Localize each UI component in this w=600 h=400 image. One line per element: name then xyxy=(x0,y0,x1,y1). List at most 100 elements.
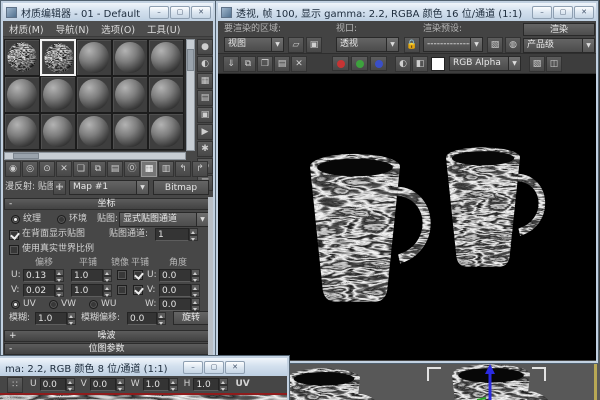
clone-window-icon[interactable]: ❐ xyxy=(257,56,273,72)
material-id-channel-icon[interactable]: ⓪ xyxy=(124,161,140,177)
video-color-check-icon[interactable]: ▣ xyxy=(197,107,213,123)
blur-offset-spinner[interactable] xyxy=(157,312,166,325)
coordinates-rollout-header[interactable]: - 坐标 xyxy=(4,198,209,210)
put-material-to-scene-icon[interactable]: ◎ xyxy=(22,161,38,177)
noise-rollout-header[interactable]: + 噪波 xyxy=(4,330,209,342)
material-sample-slot[interactable] xyxy=(76,113,112,150)
material-sample-slot[interactable] xyxy=(40,39,76,76)
channel-display-select[interactable]: RGB Alpha▼ xyxy=(449,56,521,71)
w-angle-spinner[interactable] xyxy=(191,298,200,311)
copy-image-icon[interactable]: ⧉ xyxy=(240,56,256,72)
w-angle-field[interactable]: 0.0 xyxy=(159,298,191,311)
render-window-titlebar[interactable]: 透视, 帧 100, 显示 gamma: 2.2, RGBA 颜色 16 位/通… xyxy=(218,3,596,21)
minimize-button[interactable]: – xyxy=(532,6,552,19)
render-button[interactable]: 渲染 xyxy=(523,23,595,36)
save-image-icon[interactable]: ⇓ xyxy=(223,56,239,72)
material-sample-slot[interactable] xyxy=(112,76,148,113)
assign-material-to-selection-icon[interactable]: ⊙ xyxy=(39,161,55,177)
show-map-on-back-checkbox[interactable] xyxy=(9,230,19,240)
get-material-icon[interactable]: ◉ xyxy=(5,161,21,177)
rollout-scrollbar[interactable] xyxy=(208,197,213,356)
auto-region-icon[interactable]: ▣ xyxy=(306,37,322,53)
show-end-result-icon[interactable]: ▥ xyxy=(158,161,174,177)
show-map-in-viewport-icon[interactable]: ▦ xyxy=(141,161,157,177)
v-field[interactable]: 0.0 xyxy=(90,378,116,391)
blur-spinner[interactable] xyxy=(67,312,76,325)
mapping-select[interactable]: 显式贴图通道▼ xyxy=(119,212,209,227)
minimize-button[interactable]: – xyxy=(149,6,169,19)
green-channel-button[interactable] xyxy=(351,56,368,71)
backlight-icon[interactable]: ◐ xyxy=(197,56,213,72)
sample-uv-tiling-icon[interactable]: ▤ xyxy=(197,90,213,106)
reset-map-icon[interactable]: ✕ xyxy=(56,161,72,177)
material-sample-slot[interactable] xyxy=(148,113,184,150)
map-channel-field[interactable]: 1 xyxy=(155,228,189,241)
print-image-icon[interactable]: ▤ xyxy=(274,56,290,72)
material-sample-slot[interactable] xyxy=(76,76,112,113)
h-spinner[interactable] xyxy=(219,378,228,391)
material-sample-slot[interactable] xyxy=(148,76,184,113)
viewport-select[interactable]: 透视▼ xyxy=(336,37,399,52)
map-type-button[interactable]: Bitmap xyxy=(153,180,209,195)
close-button[interactable]: ✕ xyxy=(191,6,211,19)
environment-radio[interactable] xyxy=(57,215,66,224)
map-channel-spinner[interactable] xyxy=(189,228,198,241)
blur-field[interactable]: 1.0 xyxy=(35,312,67,325)
menu-navigation[interactable]: 导航(N) xyxy=(50,22,96,36)
options-icon[interactable]: ✱ xyxy=(197,141,213,157)
u-tile-checkbox[interactable] xyxy=(133,270,143,280)
environment-icon[interactable]: ◍ xyxy=(505,37,521,53)
u-mirror-checkbox[interactable] xyxy=(117,270,127,280)
edit-region-icon[interactable]: ▱ xyxy=(288,37,304,53)
v-spinner[interactable] xyxy=(116,378,125,391)
toggle-ui-icon[interactable]: ◫ xyxy=(546,56,562,72)
uv-radio[interactable] xyxy=(11,300,20,309)
sample-type-sphere-icon[interactable]: ● xyxy=(197,39,213,55)
maximize-button[interactable]: ▢ xyxy=(553,6,573,19)
go-forward-to-sibling-icon[interactable]: ↱ xyxy=(192,161,208,177)
v-tile-checkbox[interactable] xyxy=(133,285,143,295)
material-sample-slot[interactable] xyxy=(76,39,112,76)
material-editor-titlebar[interactable]: 材质编辑器 - 01 - Default –▢✕ xyxy=(3,3,213,21)
make-material-copy-icon[interactable]: ❏ xyxy=(73,161,89,177)
clear-image-icon[interactable]: ✕ xyxy=(291,56,307,72)
u-field[interactable]: 0.0 xyxy=(40,378,66,391)
v-offset-field[interactable]: 0.02 xyxy=(23,284,55,297)
sample-vertical-scrollbar[interactable] xyxy=(186,39,195,151)
material-sample-slot[interactable] xyxy=(4,39,40,76)
rotate-button[interactable]: 旋转 xyxy=(173,311,209,325)
background-icon[interactable]: ▦ xyxy=(197,73,213,89)
material-sample-slot[interactable] xyxy=(112,113,148,150)
material-sample-slot[interactable] xyxy=(148,39,184,76)
lock-viewport-icon[interactable]: 🔒 xyxy=(404,37,420,53)
u-angle-field[interactable]: 0.0 xyxy=(159,269,191,282)
material-sample-slot[interactable] xyxy=(4,76,40,113)
area-to-render-select[interactable]: 视图▼ xyxy=(224,37,284,52)
material-sample-slot[interactable] xyxy=(112,39,148,76)
bitmap-parameters-rollout-header[interactable]: - 位图参数 xyxy=(4,343,209,355)
render-mode-select[interactable]: 产品级▼ xyxy=(523,38,595,53)
u-angle-spinner[interactable] xyxy=(191,269,200,282)
minimize-button[interactable]: – xyxy=(183,361,203,374)
monochrome-icon[interactable]: ◧ xyxy=(412,56,428,72)
make-unique-icon[interactable]: ⧉ xyxy=(90,161,106,177)
maximize-button[interactable]: ▢ xyxy=(170,6,190,19)
material-name-select[interactable]: Map #1▼ xyxy=(69,180,149,195)
v-mirror-checkbox[interactable] xyxy=(117,285,127,295)
close-button[interactable]: ✕ xyxy=(225,361,245,374)
wu-radio[interactable] xyxy=(89,300,98,309)
texture-radio[interactable] xyxy=(11,215,20,224)
u-tiling-spinner[interactable] xyxy=(103,269,112,282)
make-preview-icon[interactable]: ▶ xyxy=(197,124,213,140)
menu-material[interactable]: 材质(M) xyxy=(3,22,50,36)
u-spinner[interactable] xyxy=(66,378,75,391)
render-preset-select[interactable]: -----------------▼ xyxy=(423,37,483,52)
h-field[interactable]: 1.0 xyxy=(193,378,219,391)
u-tiling-field[interactable]: 1.0 xyxy=(71,269,103,282)
use-real-world-scale-checkbox[interactable] xyxy=(9,245,19,255)
v-offset-spinner[interactable] xyxy=(55,284,64,297)
put-to-library-icon[interactable]: ▤ xyxy=(107,161,123,177)
blue-channel-button[interactable] xyxy=(370,56,387,71)
v-angle-field[interactable]: 0.0 xyxy=(159,284,191,297)
go-to-parent-icon[interactable]: ↰ xyxy=(175,161,191,177)
